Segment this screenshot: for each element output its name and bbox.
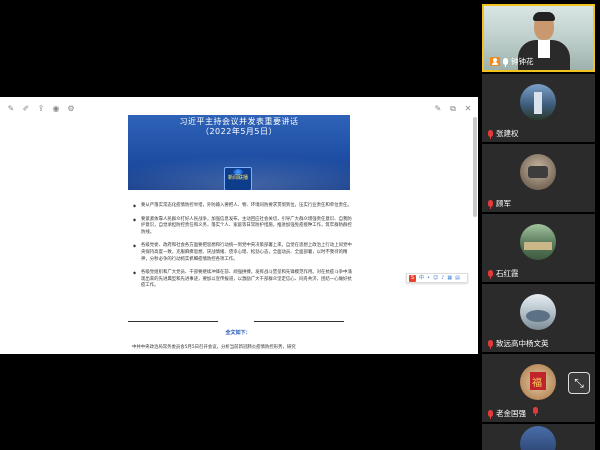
settings-icon[interactable]: ⚙ [66,104,76,114]
participant-name: 致远高中杨文英 [496,339,549,348]
participant-tile[interactable]: 张建权 [482,74,595,142]
mic-icon [503,58,508,67]
news-banner: 习近平主持会议并发表重要讲话 （2022年5月5日） 新闻联播 [128,115,350,190]
avatar [520,224,556,260]
participant-name: 老金国强 [496,409,526,418]
grid-icon[interactable]: ▤ [455,275,460,282]
body-paragraph: 中共中央政治局常务委员会5月5日召开会议，分析当前新冠肺炎疫情防控形势，研究 [132,345,296,350]
mic-muted-icon [488,200,493,209]
sogou-s-icon[interactable]: S [409,274,416,282]
participant-video-shirt [538,40,550,58]
expand-button[interactable]: ⤡ [568,372,590,394]
divider-right [254,321,344,322]
news-logo: 新闻联播 [224,167,252,190]
mic-muted-icon [488,270,493,279]
participant-name: 顾军 [496,199,511,208]
mic-muted-icon [533,407,538,416]
chinese-mode-icon[interactable]: 中 [419,275,424,282]
bullet-item: 各级党组织和广大党员、干部要继续冲锋在前、顽强拼搏，发挥战斗堡垒和先锋模范作用。… [132,270,352,290]
record-icon[interactable]: ◉ [51,104,61,114]
bullet-item: 各级党委、政府和社会各方面要把思想和行动统一到党中央决策部署上来，自觉在思想上政… [132,243,352,263]
participant-tile[interactable]: 顾军 [482,144,595,212]
divider-left [128,321,218,322]
avatar [520,154,556,190]
doc-toolbar-right: ✎ ⧉ ✕ [433,104,473,114]
annotate-icon[interactable]: ✎ [433,104,443,114]
edit-icon[interactable]: ✎ [6,104,16,114]
participant-label: 石红霞 [488,268,519,279]
avatar [520,426,556,450]
avatar [520,364,556,400]
document-page: 习近平主持会议并发表重要讲话 （2022年5月5日） 新闻联播 要从严落实常态化… [128,97,352,354]
participant-label: 顾军 [488,198,511,209]
participant-label: 钟钟花 [490,56,534,67]
emoji-icon[interactable]: ☺ [433,275,438,282]
participant-video-hair [533,12,555,21]
participant-tile[interactable]: 石红霞 [482,214,595,282]
punctuation-icon[interactable]: • [427,275,430,282]
banner-date: （2022年5月5日） [200,127,278,136]
participant-name: 张建权 [496,129,519,138]
bullet-item: 要紧紧依靠人民群众打好人民战争，加强信息发布，主动回应社会关切，引导广大群众增强… [132,217,352,237]
participant-tile[interactable]: 致远高中杨文英 [482,284,595,352]
mic-muted-icon [488,130,493,139]
news-logo-text: 新闻联播 [227,175,248,181]
participant-label: 张建权 [488,128,519,139]
doc-toolbar-left: ✎ ✐ ⇪ ◉ ⚙ [6,104,76,114]
participant-label: 老金国强 [488,408,526,419]
host-icon [490,57,500,66]
bullet-list: 要从严落实常态化疫情防控举措，外防输入要把人、物、环境同防要求贯彻到位，压实行业… [132,203,352,297]
mic-muted-icon [488,410,493,419]
doc-scrollbar[interactable] [473,117,477,217]
copy-icon[interactable]: ⧉ [448,104,458,114]
participant-name: 石红霞 [496,269,519,278]
ime-toolbar[interactable]: S 中 • ☺ ♪ ▦ ▤ [406,273,468,283]
mic-muted-indicator [532,406,540,418]
fulltext-heading: 全文如下： [225,330,251,336]
participant-name: 钟钟花 [511,57,534,66]
voice-icon[interactable]: ♪ [441,275,444,282]
mic-muted-icon [488,340,493,349]
shared-document-window: ✎ ✐ ⇪ ◉ ⚙ ✎ ⧉ ✕ 习近平主持会议并发表重要讲话 （2022年5月5… [0,97,478,354]
keyboard-icon[interactable]: ▦ [447,275,452,282]
participant-tile[interactable] [482,424,595,450]
avatar [520,294,556,330]
share-icon[interactable]: ⇪ [36,104,46,114]
expand-arrows-icon: ⤡ [574,376,584,390]
avatar [520,84,556,120]
participant-label: 致远高中杨文英 [488,338,549,349]
bullet-item: 要从严落实常态化疫情防控举措，外防输入要把人、物、环境同防要求贯彻到位，压实行业… [132,203,352,210]
participant-tile-active[interactable]: 钟钟花 [482,4,595,72]
close-icon[interactable]: ✕ [463,104,473,114]
pen-icon[interactable]: ✐ [21,104,31,114]
